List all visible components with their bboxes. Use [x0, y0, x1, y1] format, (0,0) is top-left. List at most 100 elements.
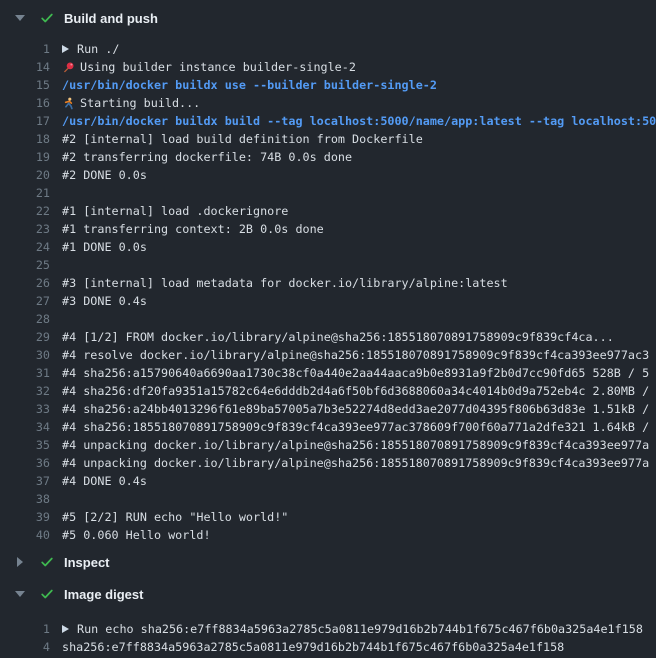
section-label: Inspect — [64, 555, 110, 570]
log-line-content — [50, 490, 656, 508]
log-line-content: #4 sha256:df20fa9351a15782c64e6dddb2d4a6… — [50, 382, 656, 400]
expand-icon[interactable] — [62, 45, 69, 53]
log-text: Starting build... — [80, 94, 200, 112]
log-line: 36#4 unpacking docker.io/library/alpine@… — [0, 454, 656, 472]
line-number[interactable]: 20 — [0, 166, 50, 184]
log-line-content: #1 transferring context: 2B 0.0s done — [50, 220, 656, 238]
line-number[interactable]: 29 — [0, 328, 50, 346]
log-line-content: #5 0.060 Hello world! — [50, 526, 656, 544]
log-text: #2 DONE 0.0s — [62, 166, 147, 184]
log-text: #5 [2/2] RUN echo "Hello world!" — [62, 508, 288, 526]
line-number[interactable]: 31 — [0, 364, 50, 382]
log-line-content: /usr/bin/docker buildx use --builder bui… — [50, 76, 656, 94]
section-body-build-and-push: 1Run ./14 Using builder instance builder-… — [0, 30, 656, 550]
line-number[interactable]: 22 — [0, 202, 50, 220]
line-number[interactable]: 28 — [0, 310, 50, 328]
log-line: 34#4 sha256:185518070891758909c9f839cf4c… — [0, 418, 656, 436]
log-line: 29 #4 [1/2] FROM docker.io/library/alpine… — [0, 328, 656, 346]
line-number[interactable]: 36 — [0, 454, 50, 472]
line-number[interactable]: 4 — [0, 638, 50, 656]
chevron-right-icon — [14, 557, 26, 567]
line-number[interactable]: 35 — [0, 436, 50, 454]
line-number[interactable]: 30 — [0, 346, 50, 364]
log-text: #1 [internal] load .dockerignore — [62, 202, 288, 220]
line-number[interactable]: 24 — [0, 238, 50, 256]
log-line: 19#2 transferring dockerfile: 74B 0.0s d… — [0, 148, 656, 166]
log-line-content: Run echo sha256:e7ff8834a5963a2785c5a081… — [50, 620, 656, 638]
log-line: 14 Using builder instance builder-single-… — [0, 58, 656, 76]
log-viewer: Build and push1Run ./14Using builder ins… — [0, 0, 656, 658]
line-number[interactable]: 16 — [0, 94, 50, 112]
log-line: 23 #1 transferring context: 2B 0.0s done — [0, 220, 656, 238]
line-number[interactable]: 40 — [0, 526, 50, 544]
log-line: 40#5 0.060 Hello world! — [0, 526, 656, 544]
line-number[interactable]: 23 — [0, 220, 50, 238]
log-line: 27#3 DONE 0.4s — [0, 292, 656, 310]
log-text: #2 [internal] load build definition from… — [62, 130, 423, 148]
line-number[interactable]: 38 — [0, 490, 50, 508]
line-number[interactable]: 19 — [0, 148, 50, 166]
log-line: 26#3 [internal] load metadata for docker… — [0, 274, 656, 292]
log-line: 32 #4 sha256:df20fa9351a15782c64e6dddb2d4… — [0, 382, 656, 400]
section-header-build-and-push[interactable]: Build and push — [0, 6, 656, 30]
line-number[interactable]: 37 — [0, 472, 50, 490]
log-text: #4 [1/2] FROM docker.io/library/alpine@s… — [62, 328, 614, 346]
log-line: 30 #4 resolve docker.io/library/alpine@sh… — [0, 346, 656, 364]
log-text: #4 resolve docker.io/library/alpine@sha2… — [62, 346, 649, 364]
line-number[interactable]: 14 — [0, 58, 50, 76]
log-line-content: #1 DONE 0.0s — [50, 238, 656, 256]
log-line-content — [50, 256, 656, 274]
line-number[interactable]: 18 — [0, 130, 50, 148]
log-text: #1 DONE 0.0s — [62, 238, 147, 256]
log-line-content: #2 transferring dockerfile: 74B 0.0s don… — [50, 148, 656, 166]
log-line: 21 — [0, 184, 656, 202]
log-line: 38 — [0, 490, 656, 508]
log-line-content: #4 unpacking docker.io/library/alpine@sh… — [50, 454, 656, 472]
log-text: Run echo sha256:e7ff8834a5963a2785c5a081… — [77, 620, 643, 638]
log-text: #4 sha256:df20fa9351a15782c64e6dddb2d4a6… — [62, 382, 649, 400]
runner-icon — [62, 97, 75, 110]
log-line: 1Run ./ — [0, 40, 656, 58]
log-line-content: #3 [internal] load metadata for docker.i… — [50, 274, 656, 292]
log-line-content: #1 [internal] load .dockerignore — [50, 202, 656, 220]
chevron-down-icon — [14, 15, 26, 21]
line-number[interactable]: 32 — [0, 382, 50, 400]
log-line: 35 #4 unpacking docker.io/library/alpine@… — [0, 436, 656, 454]
log-text: Using builder instance builder-single-2 — [80, 58, 356, 76]
line-number[interactable]: 1 — [0, 620, 50, 638]
log-line: 15/usr/bin/docker buildx use --builder b… — [0, 76, 656, 94]
line-number[interactable]: 26 — [0, 274, 50, 292]
log-line: 4sha256:e7ff8834a5963a2785c5a0811e979d16… — [0, 638, 656, 656]
line-number[interactable]: 33 — [0, 400, 50, 418]
line-number[interactable]: 25 — [0, 256, 50, 274]
log-text: #4 unpacking docker.io/library/alpine@sh… — [62, 436, 649, 454]
section-header-image-digest[interactable]: Image digest — [0, 582, 656, 606]
log-text: /usr/bin/docker buildx build --tag local… — [62, 112, 656, 130]
expand-icon[interactable] — [62, 625, 69, 633]
section-header-inspect[interactable]: Inspect — [0, 550, 656, 574]
log-line: 16 Starting build... — [0, 94, 656, 112]
line-number[interactable]: 17 — [0, 112, 50, 130]
log-line-content: #4 sha256:185518070891758909c9f839cf4ca3… — [50, 418, 656, 436]
log-line: 25 — [0, 256, 656, 274]
log-line-content: #3 DONE 0.4s — [50, 292, 656, 310]
line-number[interactable]: 27 — [0, 292, 50, 310]
log-line: 37#4 DONE 0.4s — [0, 472, 656, 490]
section-label: Image digest — [64, 587, 143, 602]
log-line-content: #2 DONE 0.0s — [50, 166, 656, 184]
line-number[interactable]: 39 — [0, 508, 50, 526]
section-body-image-digest: 1 Run echo sha256:e7ff8834a5963a2785c5a08… — [0, 606, 656, 656]
line-number[interactable]: 21 — [0, 184, 50, 202]
check-icon — [39, 11, 54, 26]
log-line-content — [50, 310, 656, 328]
line-number[interactable]: 15 — [0, 76, 50, 94]
line-number[interactable]: 34 — [0, 418, 50, 436]
log-line-content: #2 [internal] load build definition from… — [50, 130, 656, 148]
line-number[interactable]: 1 — [0, 40, 50, 58]
log-line: 1 Run echo sha256:e7ff8834a5963a2785c5a08… — [0, 620, 656, 638]
check-icon — [39, 555, 54, 570]
log-line: 31#4 sha256:a15790640a6690aa1730c38cf0a4… — [0, 364, 656, 382]
log-text: #1 transferring context: 2B 0.0s done — [62, 220, 324, 238]
log-line: 39 #5 [2/2] RUN echo "Hello world!" — [0, 508, 656, 526]
log-line: 18 #2 [internal] load build definition fr… — [0, 130, 656, 148]
